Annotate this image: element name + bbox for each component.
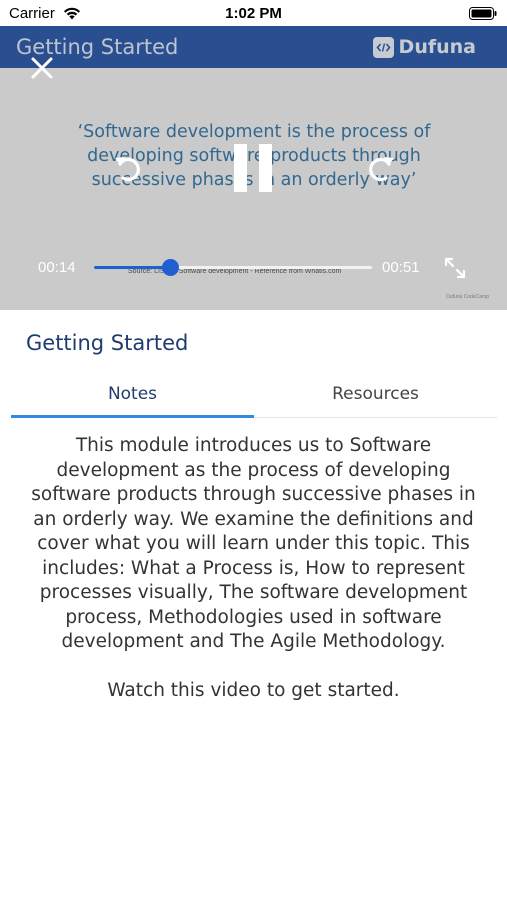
notes-cta: Watch this video to get started. — [107, 680, 400, 701]
video-player[interactable]: ‘Software development is the process of … — [0, 26, 507, 310]
battery-icon — [469, 7, 497, 20]
forward-icon[interactable] — [365, 152, 397, 184]
lesson-tabs: Notes Resources — [11, 374, 497, 418]
seek-bar[interactable] — [94, 259, 372, 276]
lesson-title: Getting Started — [26, 331, 189, 355]
status-time: 1:02 PM — [225, 5, 282, 22]
current-time: 00:14 — [38, 259, 76, 276]
fullscreen-icon[interactable] — [443, 256, 467, 280]
pause-icon[interactable] — [230, 142, 276, 194]
rewind-icon[interactable] — [112, 152, 144, 184]
seek-progress — [94, 266, 171, 269]
tab-resources[interactable]: Resources — [254, 374, 497, 418]
status-bar: Carrier 1:02 PM — [0, 0, 507, 26]
notes-text: This module introduces us to Software de… — [31, 435, 476, 652]
close-icon[interactable] — [30, 56, 54, 80]
total-time: 00:51 — [382, 259, 420, 276]
tab-notes[interactable]: Notes — [11, 374, 254, 418]
